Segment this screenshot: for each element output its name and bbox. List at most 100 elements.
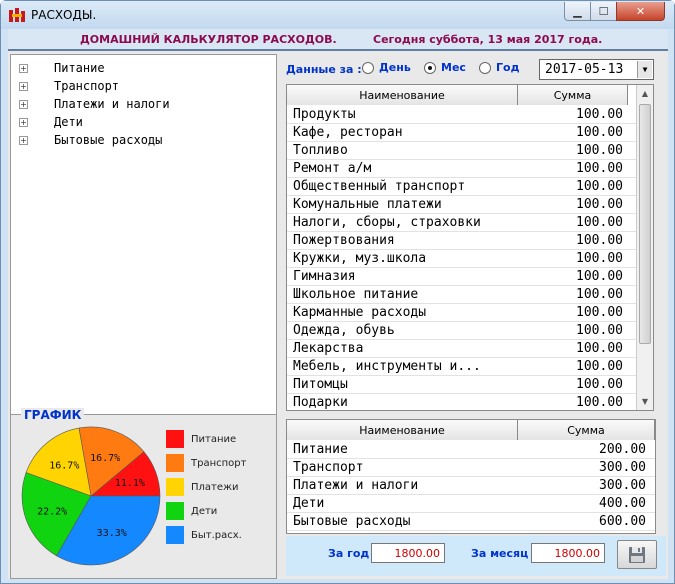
summary-table[interactable]: Наименование Сумма Питание 200.00 Транспор…: [286, 419, 656, 534]
pie-percent-label: 16.7%: [90, 453, 120, 464]
row-name: Комунальные платежи: [293, 197, 442, 212]
row-sum: 100.00: [576, 125, 623, 140]
close-icon: ✕: [635, 4, 646, 18]
radio-label: Мес: [441, 61, 466, 74]
items-table[interactable]: Наименование Сумма Продукты 100.00 Кафе, р…: [286, 84, 654, 411]
pie-percent-label: 16.7%: [49, 460, 79, 471]
tree-item-children[interactable]: + Дети: [19, 113, 83, 131]
chevron-down-icon[interactable]: ▼: [637, 61, 652, 78]
row-sum: 100.00: [576, 341, 623, 356]
legend-item-household: Быт.расх.: [166, 526, 242, 544]
row-name: Налоги, сборы, страховки: [293, 215, 481, 230]
table-row[interactable]: Лекарства 100.00: [287, 340, 653, 358]
row-sum: 100.00: [576, 197, 623, 212]
tree-item-label: Транспорт: [54, 79, 120, 93]
table-row[interactable]: Платежи и налоги 300.00: [287, 477, 655, 495]
expand-icon[interactable]: +: [19, 99, 28, 109]
row-sum: 100.00: [576, 233, 623, 248]
row-sum: 100.00: [576, 395, 623, 410]
category-tree[interactable]: + Питание + Транспорт + Платежи и налоги + Д…: [10, 54, 277, 434]
table-row[interactable]: Гимназия 100.00: [287, 268, 653, 286]
floppy-disk-icon: [629, 546, 645, 563]
scroll-thumb[interactable]: [639, 104, 651, 344]
row-name: Пожертвования: [293, 233, 395, 248]
row-sum: 300.00: [599, 478, 646, 493]
table-row[interactable]: Одежда, обувь 100.00: [287, 322, 653, 340]
table-row[interactable]: Комунальные платежи 100.00: [287, 196, 653, 214]
row-name: Питомцы: [293, 377, 348, 392]
expand-icon[interactable]: +: [19, 81, 28, 91]
row-sum: 100.00: [576, 359, 623, 374]
vertical-scrollbar[interactable]: ▲ ▼: [636, 85, 653, 410]
legend-item-payments: Платежи: [166, 478, 239, 496]
tree-item-payments[interactable]: + Платежи и налоги: [19, 95, 170, 113]
table-row[interactable]: Налоги, сборы, страховки 100.00: [287, 214, 653, 232]
period-selector: Данные за : День Мес Год 2017-05-13 ▼: [286, 59, 666, 80]
window-title: РАСХОДЫ.: [31, 8, 97, 22]
title-bar[interactable]: РАСХОДЫ. ▁ ☐ ✕: [1, 1, 674, 29]
table-row[interactable]: Транспорт 300.00: [287, 459, 655, 477]
scroll-up-icon[interactable]: ▲: [637, 85, 653, 102]
legend-swatch: [166, 526, 184, 544]
radio-icon: [479, 61, 491, 74]
row-name: Одежда, обувь: [293, 323, 395, 338]
table-row[interactable]: Карманные расходы 100.00: [287, 304, 653, 322]
table-row[interactable]: Подарки 100.00: [287, 394, 653, 410]
column-header-name[interactable]: Наименование: [287, 420, 518, 440]
maximize-button[interactable]: ☐: [590, 2, 617, 21]
column-header-name[interactable]: Наименование: [287, 85, 518, 105]
column-header-sum[interactable]: Сумма: [518, 420, 655, 440]
scroll-down-icon[interactable]: ▼: [637, 393, 653, 410]
row-name: Общественный транспорт: [293, 179, 466, 194]
table-row[interactable]: Общественный транспорт 100.00: [287, 178, 653, 196]
table-row[interactable]: Дети 400.00: [287, 495, 655, 513]
table-row[interactable]: Мебель, инструменты и... 100.00: [287, 358, 653, 376]
tree-item-label: Бытовые расходы: [54, 133, 163, 147]
table-row[interactable]: Питание 200.00: [287, 441, 655, 459]
legend-swatch: [166, 502, 184, 520]
chart-title: ГРАФИК: [21, 408, 85, 422]
row-name: Карманные расходы: [293, 305, 427, 320]
row-sum: 300.00: [599, 460, 646, 475]
table-row[interactable]: Бытовые расходы 600.00: [287, 513, 655, 531]
radio-month[interactable]: Мес: [424, 61, 466, 74]
table-row[interactable]: Питомцы 100.00: [287, 376, 653, 394]
table-row[interactable]: Кружки, муз.школа 100.00: [287, 250, 653, 268]
row-name: Бытовые расходы: [293, 514, 411, 529]
tree-item-label: Питание: [54, 61, 105, 75]
radio-year[interactable]: Год: [479, 61, 519, 74]
table-row[interactable]: Продукты 100.00: [287, 106, 653, 124]
period-label: Данные за :: [286, 63, 362, 76]
table-row[interactable]: Пожертвования 100.00: [287, 232, 653, 250]
column-header-sum[interactable]: Сумма: [518, 85, 628, 105]
header-band: ДОМАШНИЙ КАЛЬКУЛЯТОР РАСХОДОВ. Сегодня с…: [8, 29, 668, 51]
row-sum: 400.00: [599, 496, 646, 511]
table-row[interactable]: Школьное питание 100.00: [287, 286, 653, 304]
expand-icon[interactable]: +: [19, 63, 28, 73]
legend-item-children: Дети: [166, 502, 217, 520]
maximize-icon: ☐: [598, 4, 609, 18]
tree-item-household[interactable]: + Бытовые расходы: [19, 131, 162, 149]
today-date-text: Сегодня суббота, 13 мая 2017 года.: [373, 33, 603, 46]
radio-day[interactable]: День: [362, 61, 411, 74]
close-button[interactable]: ✕: [616, 2, 665, 21]
date-picker[interactable]: 2017-05-13 ▼: [539, 59, 654, 80]
chart-panel: ГРАФИК 11.1% 16.7% 16.7% 22.2% 33.3% Питание…: [10, 408, 277, 579]
expand-icon[interactable]: +: [19, 117, 28, 127]
row-sum: 100.00: [576, 143, 623, 158]
expand-icon[interactable]: +: [19, 135, 28, 145]
tree-item-food[interactable]: + Питание: [19, 59, 105, 77]
tree-item-transport[interactable]: + Транспорт: [19, 77, 119, 95]
table-row[interactable]: Ремонт а/м 100.00: [287, 160, 653, 178]
minimize-button[interactable]: ▁: [564, 2, 591, 21]
row-name: Кафе, ресторан: [293, 125, 403, 140]
row-sum: 100.00: [576, 161, 623, 176]
legend-swatch: [166, 430, 184, 448]
table-row[interactable]: Топливо 100.00: [287, 142, 653, 160]
row-sum: 100.00: [576, 107, 623, 122]
save-button[interactable]: [617, 540, 657, 569]
radio-label: День: [379, 61, 411, 74]
tree-item-label: Дети: [54, 115, 83, 129]
table-row[interactable]: Кафе, ресторан 100.00: [287, 124, 653, 142]
row-name: Подарки: [293, 395, 348, 410]
